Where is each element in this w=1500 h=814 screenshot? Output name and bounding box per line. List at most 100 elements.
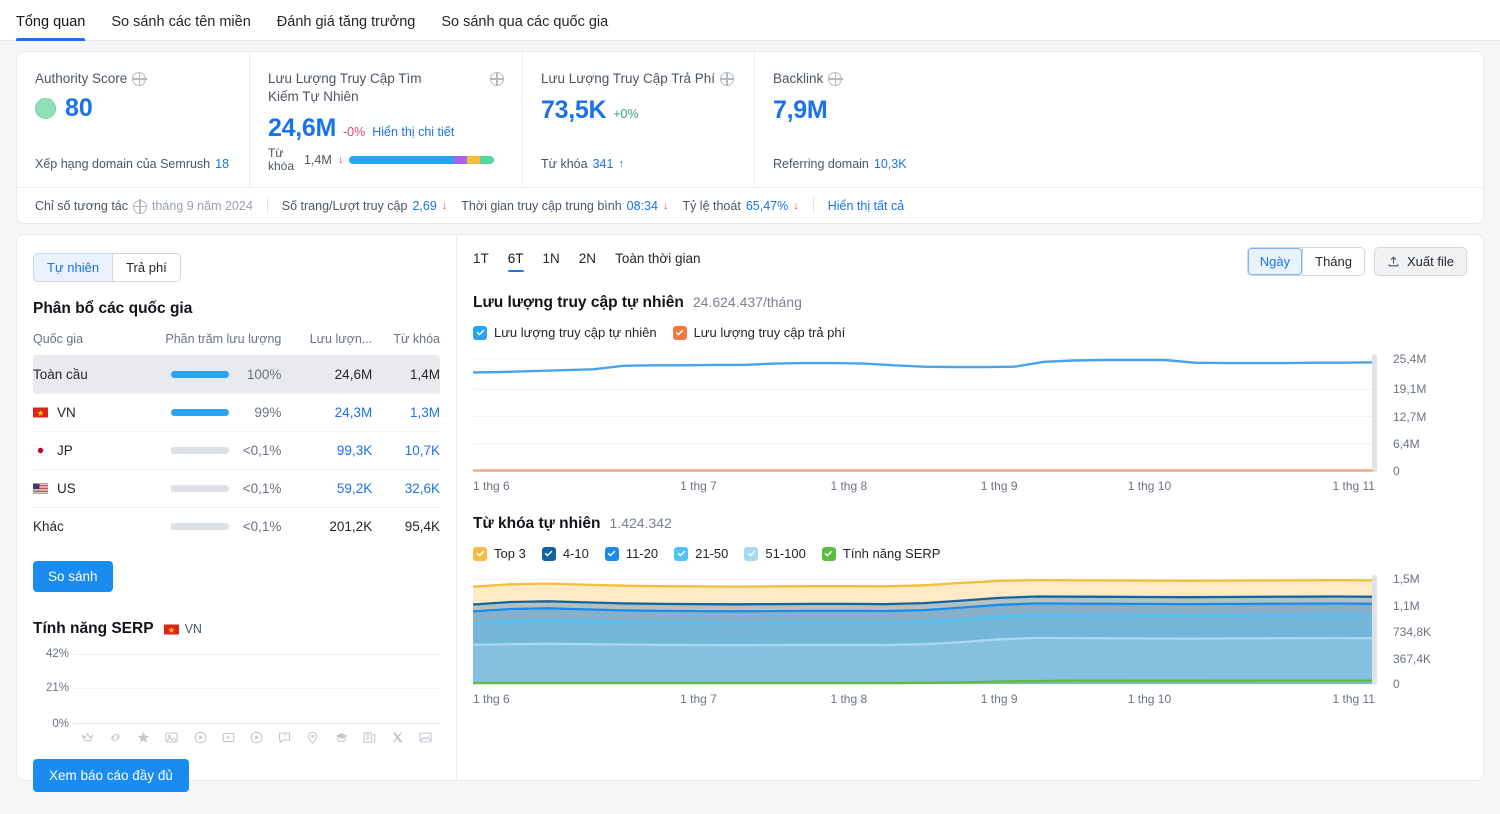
show-all-link[interactable]: Hiển thị tất cả <box>828 199 904 213</box>
granularity-day[interactable]: Ngày <box>1247 248 1303 275</box>
organic-traffic-detail-link[interactable]: Hiển thị chi tiết <box>372 125 454 139</box>
organic-keywords-value[interactable]: 1,4M <box>304 153 332 167</box>
pages-per-visit-value: 2,69 <box>412 198 437 213</box>
toggle-paid[interactable]: Trả phí <box>112 254 180 281</box>
tab-danh-gia-tang-truong[interactable]: Đánh giá tăng trưởng <box>277 14 416 40</box>
instant-answer-icon[interactable] <box>242 730 270 745</box>
organic-keywords-distribution-bar <box>349 156 495 164</box>
reviews-star-icon[interactable] <box>129 730 157 745</box>
country-name: US <box>57 481 76 496</box>
video-carousel-icon[interactable] <box>214 730 242 745</box>
knowledge-panel-icon[interactable] <box>327 730 355 745</box>
paid-keywords-value[interactable]: 341 <box>593 157 614 171</box>
period-1t[interactable]: 1T <box>473 251 489 272</box>
video-icon[interactable] <box>186 730 214 745</box>
table-row[interactable]: Toàn cầu 100% 24,6M 1,4M <box>33 355 440 394</box>
legend-item-4-10[interactable]: 4-10 <box>541 546 589 561</box>
sitelinks-icon[interactable] <box>101 730 129 745</box>
traffic-value[interactable]: 24,3M <box>335 405 373 420</box>
tab-so-sanh-quoc-gia[interactable]: So sánh qua các quốc gia <box>441 14 608 40</box>
cell-country: Khác <box>33 507 113 545</box>
keywords-xtick-2: 1 thg 8 <box>830 692 868 706</box>
cell-country: Toàn cầu <box>33 355 113 394</box>
traffic-ytick-0: 0 <box>1393 463 1400 478</box>
compare-button[interactable]: So sánh <box>33 561 113 592</box>
tab-so-sanh-ten-mien[interactable]: So sánh các tên miền <box>111 14 250 40</box>
paid-traffic-value-row: 73,5K +0% <box>541 96 736 125</box>
keywords-value[interactable]: 32,6K <box>405 481 440 496</box>
legend-paid-traffic[interactable]: Lưu lượng truy cập trả phí <box>672 325 845 340</box>
legend-item-top-3[interactable]: Top 3 <box>473 546 526 561</box>
referring-domain-value[interactable]: 10,3K <box>874 157 907 171</box>
checkbox-checked-icon[interactable] <box>541 546 556 561</box>
checkbox-checked-icon[interactable] <box>604 546 619 561</box>
organic-traffic-title-row: Lưu Lượng Truy Cập Tìm Kiếm Tự Nhiên <box>268 70 505 106</box>
chart-vertical-scrollbar[interactable] <box>1372 354 1377 472</box>
news-icon[interactable] <box>355 730 383 745</box>
checkbox-checked-icon[interactable] <box>672 325 687 340</box>
granularity-month[interactable]: Tháng <box>1302 248 1365 275</box>
table-row[interactable]: JP <0,1% 99,3K 10,7K <box>33 431 440 470</box>
serp-features-country: VN <box>163 622 202 636</box>
cell-traffic: 24,3M <box>281 393 373 432</box>
checkbox-checked-icon[interactable] <box>744 546 759 561</box>
traffic-value[interactable]: 59,2K <box>337 481 372 496</box>
period-1n[interactable]: 1N <box>543 251 560 272</box>
legend-organic-traffic[interactable]: Lưu lượng truy cập tự nhiên <box>473 325 657 340</box>
keywords-value[interactable]: 10,7K <box>405 443 440 458</box>
legend-item-t-nh-n-ng-serp[interactable]: Tính năng SERP <box>821 546 941 561</box>
cell-traffic-share: <0,1% <box>112 431 282 470</box>
full-report-button[interactable]: Xem báo cáo đầy đủ <box>33 759 189 792</box>
cell-country: JP <box>33 431 113 470</box>
globe-icon[interactable] <box>132 199 148 214</box>
globe-icon[interactable] <box>489 71 505 87</box>
globe-icon[interactable] <box>827 71 843 87</box>
chart-vertical-scrollbar[interactable] <box>1372 575 1377 685</box>
globe-icon[interactable] <box>719 71 735 87</box>
period-all-time[interactable]: Toàn thời gian <box>615 251 700 272</box>
checkbox-checked-icon[interactable] <box>473 546 487 561</box>
table-header-row: Quốc gia Phần trăm lưu lượng Lưu lượn...… <box>33 328 440 356</box>
semrush-rank-value[interactable]: 18 <box>215 157 229 171</box>
traffic-value[interactable]: 99,3K <box>337 443 372 458</box>
legend-item-51-100[interactable]: 51-100 <box>744 546 806 561</box>
serp-bars <box>73 652 440 723</box>
legend-item-11-20[interactable]: 11-20 <box>604 546 658 561</box>
table-row[interactable]: VN 99% 24,3M 1,3M <box>33 393 440 432</box>
keywords-value[interactable]: 1,3M <box>410 405 440 420</box>
cell-keywords: 1,4M <box>372 355 440 394</box>
engagement-date: tháng 9 năm 2024 <box>152 198 253 213</box>
period-6t[interactable]: 6T <box>507 251 524 272</box>
legend-item-21-50[interactable]: 21-50 <box>674 546 728 561</box>
table-row[interactable]: US <0,1% 59,2K 32,6K <box>33 469 440 508</box>
export-button[interactable]: Xuất file <box>1374 247 1467 276</box>
authority-score-label: Authority Score <box>35 71 128 86</box>
people-also-ask-icon[interactable]: ? <box>271 730 299 745</box>
period-2n[interactable]: 2N <box>579 251 596 272</box>
local-pack-icon[interactable] <box>299 730 327 745</box>
flag-vn-icon <box>33 407 48 418</box>
checkbox-checked-icon[interactable] <box>821 546 836 561</box>
image-carousel-icon[interactable] <box>412 730 440 745</box>
authority-score-value-row: 80 <box>35 94 231 123</box>
twitter-x-icon[interactable] <box>384 730 412 745</box>
traffic-chart-svg <box>473 358 1375 472</box>
checkbox-checked-icon[interactable] <box>473 325 487 340</box>
backlink-value-row: 7,9M <box>773 96 1465 125</box>
legend-label: Tính năng SERP <box>842 546 941 561</box>
table-row[interactable]: Khác <0,1% 201,2K 95,4K <box>33 507 440 545</box>
col-traffic: Lưu lượn... <box>309 332 373 346</box>
globe-icon[interactable] <box>131 71 147 87</box>
featured-snippet-icon[interactable] <box>73 730 101 745</box>
image-pack-icon[interactable] <box>158 730 186 745</box>
checkbox-checked-icon[interactable] <box>674 546 689 561</box>
traffic-share-bar <box>171 447 230 454</box>
paid-traffic-delta: +0% <box>613 107 639 121</box>
cell-traffic-share: <0,1% <box>112 507 282 545</box>
toggle-organic[interactable]: Tự nhiên <box>33 254 114 281</box>
metric-paid-traffic: Lưu Lượng Truy Cập Trả Phí 73,5K +0% Từ … <box>522 52 754 187</box>
cell-country: US <box>33 469 113 508</box>
authority-score-footer: Xếp hạng domain của Semrush 18 <box>35 157 231 187</box>
tab-tong-quan[interactable]: Tổng quan <box>16 14 86 41</box>
keywords-ytick-2: 734,8K <box>1393 625 1432 640</box>
